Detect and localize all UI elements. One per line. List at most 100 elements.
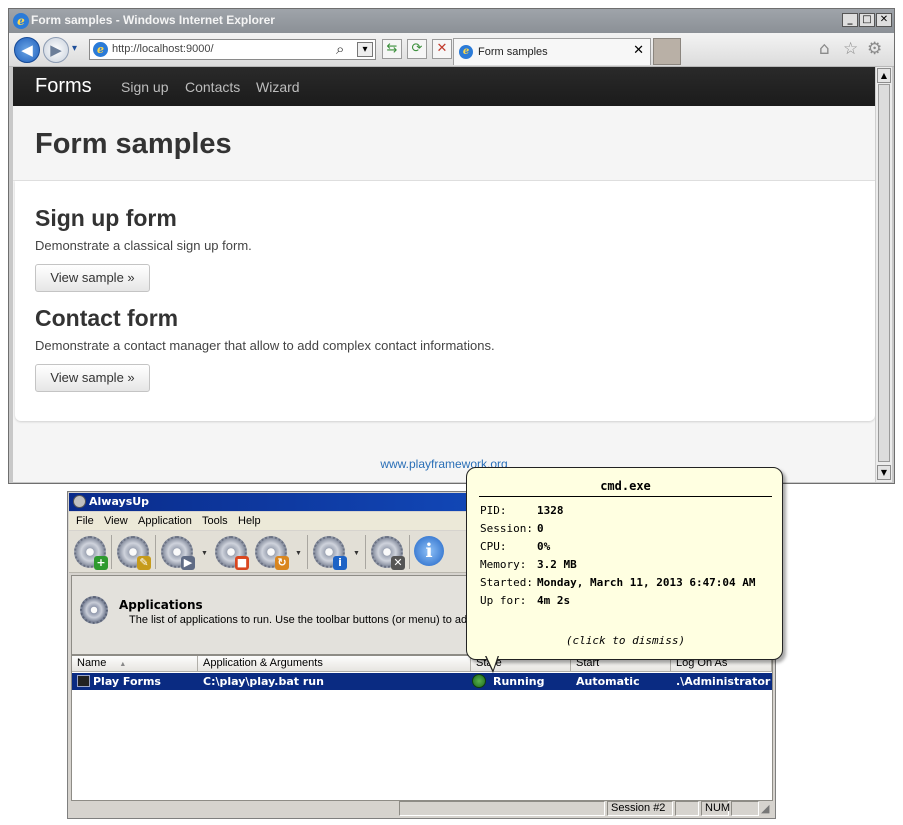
contact-view-sample-button[interactable]: View sample » [35,364,150,392]
restart-dropdown-icon[interactable]: ▼ [295,550,302,557]
tools-gear-icon[interactable]: ⚙ [867,40,882,58]
add-application-icon[interactable]: + [74,536,108,570]
tooltip-value-pid: 1328 [537,504,564,517]
signup-heading: Sign up form [35,205,177,231]
applications-title: Applications [119,598,203,612]
navbar-brand[interactable]: Forms [35,75,92,98]
column-name-label: Name [77,657,107,669]
back-button[interactable]: ◀ [14,37,40,63]
history-dropdown-icon[interactable]: ▾ [72,43,77,54]
tab-close-icon[interactable]: ✕ [633,43,644,59]
row-state: Running [493,675,545,688]
vertical-scrollbar[interactable]: ▲ ▼ [875,67,892,482]
signup-description: Demonstrate a classical sign up form. [35,238,252,253]
table-row[interactable]: Play Forms C:\play\play.bat run Running … [72,673,772,690]
contact-heading: Contact form [35,305,179,331]
sort-ascending-icon: ▲ [119,661,127,668]
stop-application-icon[interactable]: ■ [215,536,249,570]
status-pane-main [399,801,605,816]
toolbar-separator [409,535,410,569]
menu-file[interactable]: File [76,515,94,527]
tooltip-value-started: Monday, March 11, 2013 6:47:04 AM [537,576,756,589]
maximize-button[interactable]: □ [859,13,875,27]
row-start: Automatic [576,675,640,688]
start-dropdown-icon[interactable]: ▼ [201,550,208,557]
column-header-application[interactable]: Application & Arguments [198,656,471,672]
edit-application-icon[interactable]: ✎ [117,536,151,570]
scroll-up-arrow-icon[interactable]: ▲ [877,68,891,83]
tooltip-value-uptime: 4m 2s [537,594,571,607]
ie-toolbar: ◀ ▶ ▾ e http://localhost:9000/ ⌕ ▾ ⇆ ⟳ ✕… [9,33,894,67]
resize-grip-icon[interactable]: ◢ [761,802,769,815]
restart-application-icon[interactable]: ↻ [255,536,289,570]
ie-logo-icon: e [13,13,29,29]
tab-form-samples[interactable]: e Form samples ✕ [453,38,651,65]
status-num: NUM [701,801,730,816]
menu-view[interactable]: View [104,515,128,527]
running-status-icon[interactable] [472,674,486,688]
tooltip-value-session: 0 [537,522,544,535]
nav-item-contacts[interactable]: Contacts [185,79,240,95]
toolbar-separator [155,535,156,569]
tooltip-dismiss-hint[interactable]: (click to dismiss) [467,634,784,647]
status-pane-blank [675,801,699,816]
scroll-thumb[interactable] [878,84,890,462]
signup-view-sample-button[interactable]: View sample » [35,264,150,292]
stop-icon[interactable]: ✕ [432,39,452,59]
alwaysup-status-bar: Session #2 NUM ◢ [69,801,774,817]
tooltip-label-uptime: Up for: [480,594,527,607]
tooltip-label-pid: PID: [480,504,507,517]
address-url[interactable]: http://localhost:9000/ [112,43,214,55]
row-application: C:\play\play.bat run [203,675,324,688]
toolbar-separator [307,535,308,569]
applications-list: Name ▲ Application & Arguments State Sta… [71,655,773,801]
page-title: Form samples [35,128,232,160]
status-session: Session #2 [607,801,673,816]
page-viewport: Forms Sign up Contacts Wizard Form sampl… [13,67,875,482]
alwaysup-title: AlwaysUp [89,495,150,508]
ie-title-bar: e Form samples - Windows Internet Explor… [9,9,894,33]
column-header-name[interactable]: Name ▲ [72,656,198,672]
process-tooltip[interactable]: cmd.exe PID: 1328 Session: 0 CPU: 0% Mem… [466,467,784,673]
minimize-button[interactable]: _ [842,13,858,27]
remove-application-icon[interactable]: ✕ [371,536,405,570]
new-tab-button[interactable] [653,38,681,65]
favorites-star-icon[interactable]: ☆ [843,40,858,58]
tab-title: Form samples [478,46,548,58]
tooltip-divider [479,496,772,497]
refresh-icon[interactable]: ⟳ [407,39,427,59]
compatibility-view-icon[interactable]: ⇆ [382,39,402,59]
scroll-down-arrow-icon[interactable]: ▼ [877,465,891,480]
tab-favicon-icon: e [459,45,473,59]
tooltip-label-started: Started: [480,576,533,589]
search-icon[interactable]: ⌕ [336,41,344,58]
forward-button[interactable]: ▶ [43,37,69,63]
tooltip-label-cpu: CPU: [480,540,507,553]
nav-item-wizard[interactable]: Wizard [256,79,300,95]
menu-tools[interactable]: Tools [202,515,228,527]
tooltip-value-memory: 3.2 MB [537,558,577,571]
about-info-icon[interactable]: i [414,536,444,566]
address-dropdown-icon[interactable]: ▾ [357,42,373,57]
applications-gear-icon [80,596,108,624]
hero-unit: Form samples [13,106,875,181]
toolbar-separator [111,535,112,569]
application-info-icon[interactable]: i [313,536,347,570]
alwaysup-app-icon [73,495,86,508]
toolbar-separator [365,535,366,569]
info-dropdown-icon[interactable]: ▼ [353,550,360,557]
console-app-icon [77,675,90,687]
tooltip-label-memory: Memory: [480,558,527,571]
menu-application[interactable]: Application [138,515,192,527]
ie-window: e Form samples - Windows Internet Explor… [8,8,895,484]
row-logon: .\Administrator [676,675,771,688]
address-bar[interactable]: e http://localhost:9000/ ⌕ ▾ [89,39,376,60]
menu-help[interactable]: Help [238,515,261,527]
start-application-icon[interactable]: ▶ [161,536,195,570]
content-panel: Sign up form Demonstrate a classical sig… [15,181,875,421]
tooltip-pointer-fill [486,655,498,670]
tooltip-label-session: Session: [480,522,533,535]
nav-item-sign-up[interactable]: Sign up [121,79,168,95]
home-icon[interactable]: ⌂ [819,40,830,58]
close-window-button[interactable]: ✕ [876,13,892,27]
